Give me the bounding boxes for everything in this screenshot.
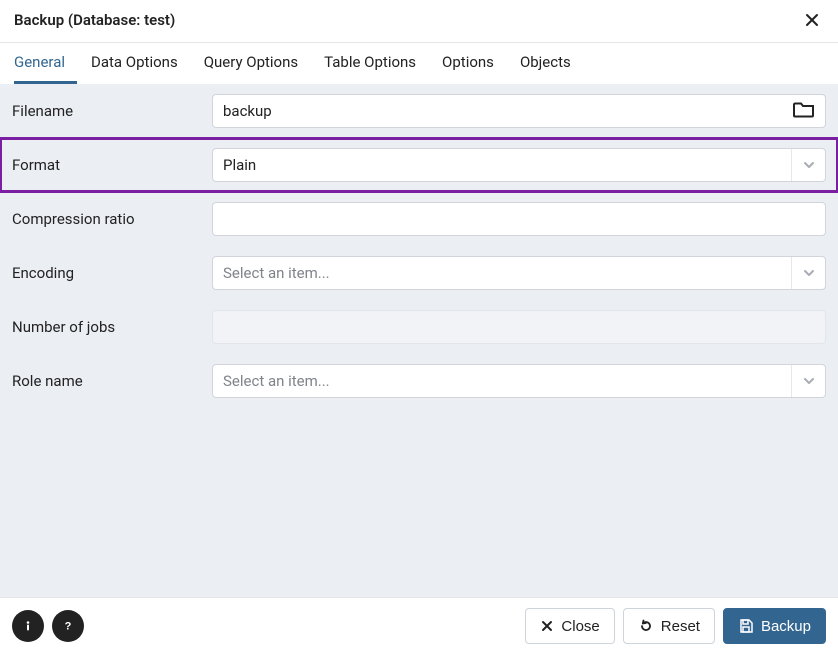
row-rolename: Role name Select an item...	[0, 354, 838, 408]
close-icon	[540, 619, 554, 633]
rolename-select[interactable]: Select an item...	[212, 364, 826, 398]
compression-input[interactable]	[212, 202, 826, 236]
help-button[interactable]: ?	[52, 610, 84, 642]
label-filename: Filename	[12, 102, 212, 120]
chevron-down-icon	[791, 149, 825, 181]
question-icon: ?	[60, 618, 76, 634]
reset-icon	[638, 618, 654, 634]
dialog-body: Filename backup Format Plain	[0, 84, 838, 597]
row-format: Format Plain	[0, 138, 838, 192]
label-compression: Compression ratio	[12, 210, 212, 228]
close-icon	[804, 12, 820, 28]
encoding-placeholder: Select an item...	[223, 264, 330, 282]
close-button-label: Close	[561, 618, 599, 635]
tab-data-options[interactable]: Data Options	[91, 43, 190, 84]
format-value: Plain	[223, 156, 256, 174]
filename-value: backup	[223, 102, 785, 120]
reset-button[interactable]: Reset	[623, 608, 715, 644]
backup-button[interactable]: Backup	[723, 608, 826, 644]
dialog-footer: ? Close Reset Backup	[0, 597, 838, 654]
label-encoding: Encoding	[12, 264, 212, 282]
row-encoding: Encoding Select an item...	[0, 246, 838, 300]
format-select[interactable]: Plain	[212, 148, 826, 182]
backup-button-label: Backup	[761, 618, 811, 635]
folder-icon[interactable]	[785, 100, 815, 122]
chevron-down-icon	[791, 365, 825, 397]
tab-table-options[interactable]: Table Options	[324, 43, 428, 84]
tab-objects[interactable]: Objects	[520, 43, 583, 84]
chevron-down-icon	[791, 257, 825, 289]
rolename-placeholder: Select an item...	[223, 372, 330, 390]
dialog-title: Backup (Database: test)	[14, 11, 175, 29]
tab-options[interactable]: Options	[442, 43, 506, 84]
filename-input[interactable]: backup	[212, 94, 826, 128]
close-button[interactable]: Close	[525, 608, 614, 644]
encoding-select[interactable]: Select an item...	[212, 256, 826, 290]
row-compression: Compression ratio	[0, 192, 838, 246]
close-icon-button[interactable]	[800, 8, 824, 32]
info-button[interactable]	[12, 610, 44, 642]
save-icon	[738, 618, 754, 634]
label-rolename: Role name	[12, 372, 212, 390]
row-filename: Filename backup	[0, 84, 838, 138]
svg-text:?: ?	[65, 621, 72, 633]
dialog-header: Backup (Database: test)	[0, 0, 838, 43]
tab-general[interactable]: General	[14, 43, 77, 84]
label-jobs: Number of jobs	[12, 318, 212, 336]
tab-query-options[interactable]: Query Options	[204, 43, 310, 84]
label-format: Format	[12, 156, 212, 174]
info-icon	[20, 618, 36, 634]
row-jobs: Number of jobs	[0, 300, 838, 354]
reset-button-label: Reset	[661, 618, 700, 635]
tabs: General Data Options Query Options Table…	[0, 43, 838, 84]
jobs-input	[212, 310, 826, 344]
